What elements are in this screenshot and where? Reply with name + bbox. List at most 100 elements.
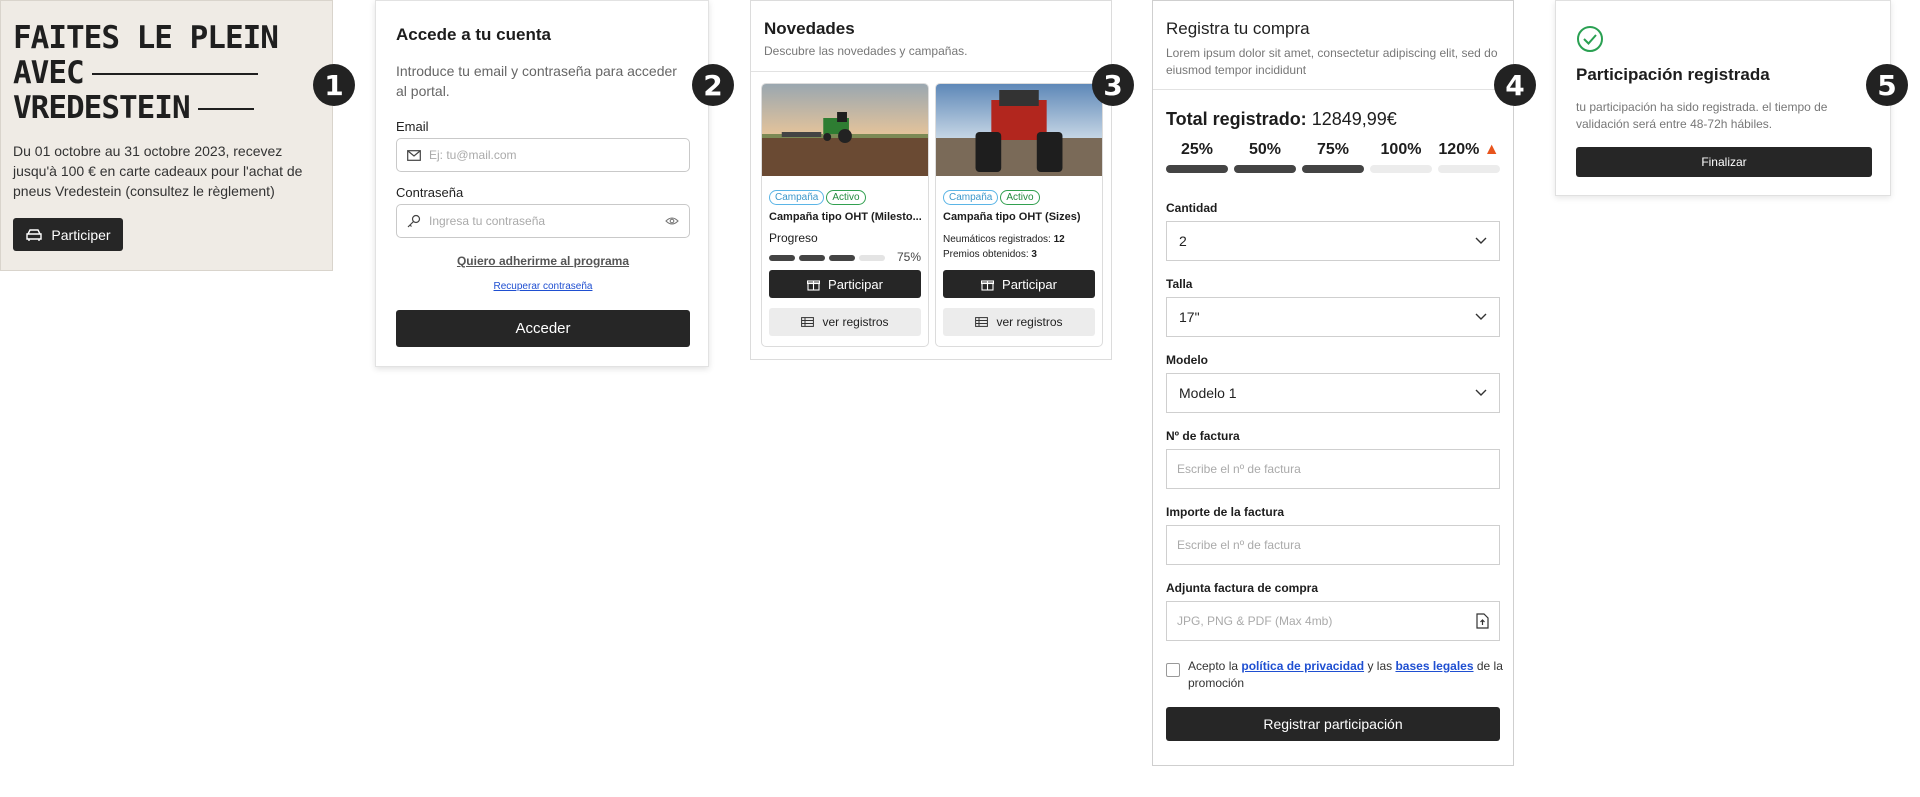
password-field[interactable]: Ingresa tu contraseña: [396, 204, 690, 238]
promo-headline: FAITES LE PLEIN AVEC VREDESTEIN: [13, 20, 279, 126]
headline-line-3: VREDESTEIN: [13, 90, 191, 126]
campaign-tag: Campaña: [769, 190, 825, 205]
chevron-down-icon: [1475, 389, 1487, 396]
invoice-amount-placeholder: Escribe el nº de factura: [1177, 538, 1301, 552]
chevron-down-icon: [1475, 237, 1487, 244]
finish-button[interactable]: Finalizar: [1576, 147, 1872, 177]
card-participate-button[interactable]: Participar: [769, 270, 921, 298]
list-icon: [975, 317, 989, 327]
tires-registered: Neumáticos registrados: 12: [943, 232, 1095, 247]
eye-icon[interactable]: [665, 216, 679, 226]
headline-rule: [197, 107, 254, 110]
chevron-down-icon: [1475, 313, 1487, 320]
milestone: 25%: [1166, 141, 1228, 173]
milestone-label: 50%: [1248, 141, 1282, 158]
milestone-bar: [1302, 165, 1364, 173]
milestone-bar: [1234, 165, 1296, 173]
quantity-label: Cantidad: [1166, 201, 1218, 215]
milestone: 50%: [1234, 141, 1296, 173]
list-icon: [801, 317, 815, 327]
step-badge-2: 2: [692, 64, 734, 106]
card-participate-button[interactable]: Participar: [943, 270, 1095, 298]
campaign-card[interactable]: Campaña Activo Campaña tipo OHT (Milesto.…: [761, 83, 929, 347]
progress-label: Progreso: [769, 231, 818, 245]
campaign-tag: Campaña: [943, 190, 999, 205]
progress-value: 75%: [896, 250, 921, 264]
mail-icon: [407, 149, 421, 161]
gift-icon: [807, 279, 821, 291]
campaign-title: Campaña tipo OHT (Sizes): [943, 211, 1081, 223]
divider: [751, 71, 1111, 72]
confirmation-panel: Participación registrada tu participació…: [1555, 0, 1891, 196]
view-records-label: ver registros: [996, 315, 1063, 329]
login-subtitle: Introduce tu email y contraseña para acc…: [396, 63, 677, 99]
invoice-number-label: Nº de factura: [1166, 429, 1240, 443]
tractor-field-image: [762, 84, 928, 176]
total-registered: Total registrado: 12849,99€: [1166, 109, 1397, 130]
campaign-title: Campaña tipo OHT (Milesto...: [769, 211, 921, 223]
confirmation-title: Participación registrada: [1576, 65, 1770, 84]
headline-line-2: AVEC: [13, 55, 85, 91]
status-tag: Activo: [826, 190, 866, 205]
file-upload-icon[interactable]: [1476, 613, 1489, 629]
milestone-bar: [1438, 165, 1500, 173]
check-circle-icon: [1577, 26, 1603, 52]
register-participation-button[interactable]: Registrar participación: [1166, 707, 1500, 741]
step-badge-4: 4: [1494, 64, 1536, 106]
model-select[interactable]: Modelo 1: [1166, 373, 1500, 413]
login-panel: Accede a tu cuenta Introduce tu email y …: [375, 0, 709, 367]
key-icon: [407, 214, 421, 228]
headline-line-1: FAITES LE PLEIN: [13, 20, 279, 56]
progress-segments: [769, 248, 889, 266]
password-placeholder: Ingresa tu contraseña: [429, 214, 546, 228]
gift-icon: [981, 279, 995, 291]
promo-description: Du 01 octobre au 31 octobre 2023, receve…: [13, 143, 303, 199]
invoice-number-placeholder: Escribe el nº de factura: [1177, 462, 1301, 476]
quantity-select[interactable]: 2: [1166, 221, 1500, 261]
quantity-value: 2: [1179, 233, 1187, 249]
progress-bar: 75%: [769, 248, 921, 266]
campaign-card[interactable]: Campaña Activo Campaña tipo OHT (Sizes) N…: [935, 83, 1103, 347]
tires-value: 12: [1053, 234, 1065, 245]
milestone-label: 25%: [1180, 141, 1214, 158]
milestone-bar: [1166, 165, 1228, 173]
news-subtitle: Descubre las novedades y campañas.: [764, 44, 968, 58]
view-records-button[interactable]: ver registros: [769, 308, 921, 336]
privacy-policy-link[interactable]: política de privacidad: [1241, 659, 1364, 673]
prizes-label: Premios obtenidos:: [943, 249, 1029, 260]
news-title: Novedades: [764, 19, 855, 38]
progress-segment: [799, 255, 825, 261]
email-placeholder: Ej: tu@mail.com: [429, 148, 517, 162]
step-badge-1: 1: [313, 64, 355, 106]
invoice-amount-label: Importe de la factura: [1166, 505, 1285, 519]
email-field[interactable]: Ej: tu@mail.com: [396, 138, 690, 172]
total-value: 12849,99€: [1311, 109, 1397, 129]
finish-button-label: Finalizar: [1701, 155, 1747, 169]
participate-button[interactable]: Participer: [13, 218, 123, 251]
progress-segment: [769, 255, 795, 261]
divider: [1153, 89, 1513, 90]
size-select[interactable]: 17": [1166, 297, 1500, 337]
register-participation-label: Registrar participación: [1263, 716, 1403, 732]
milestone-label: 75%: [1316, 141, 1350, 158]
model-value: Modelo 1: [1179, 385, 1237, 401]
step-badge-3: 3: [1092, 64, 1134, 106]
prizes-obtained: Premios obtenidos: 3: [943, 247, 1095, 262]
login-button[interactable]: Acceder: [396, 310, 690, 347]
legal-terms-link[interactable]: bases legales: [1395, 659, 1473, 673]
view-records-label: ver registros: [822, 315, 889, 329]
purchase-subtitle: Lorem ipsum dolor sit amet, consectetur …: [1166, 46, 1498, 77]
total-label: Total registrado:: [1166, 109, 1307, 129]
invoice-number-input[interactable]: Escribe el nº de factura: [1166, 449, 1500, 489]
prizes-value: 3: [1031, 249, 1037, 260]
progress-segment: [829, 255, 855, 261]
view-records-button[interactable]: ver registros: [943, 308, 1095, 336]
news-panel: Novedades Descubre las novedades y campa…: [750, 0, 1112, 360]
accept-terms-checkbox[interactable]: [1166, 663, 1180, 677]
size-label: Talla: [1166, 277, 1193, 291]
attach-invoice-input[interactable]: JPG, PNG & PDF (Max 4mb): [1166, 601, 1500, 641]
recover-password-link[interactable]: Recuperar contraseña: [396, 281, 690, 292]
join-program-link[interactable]: Quiero adherirme al programa: [396, 254, 690, 268]
invoice-amount-input[interactable]: Escribe el nº de factura: [1166, 525, 1500, 565]
attach-invoice-label: Adjunta factura de compra: [1166, 581, 1319, 595]
